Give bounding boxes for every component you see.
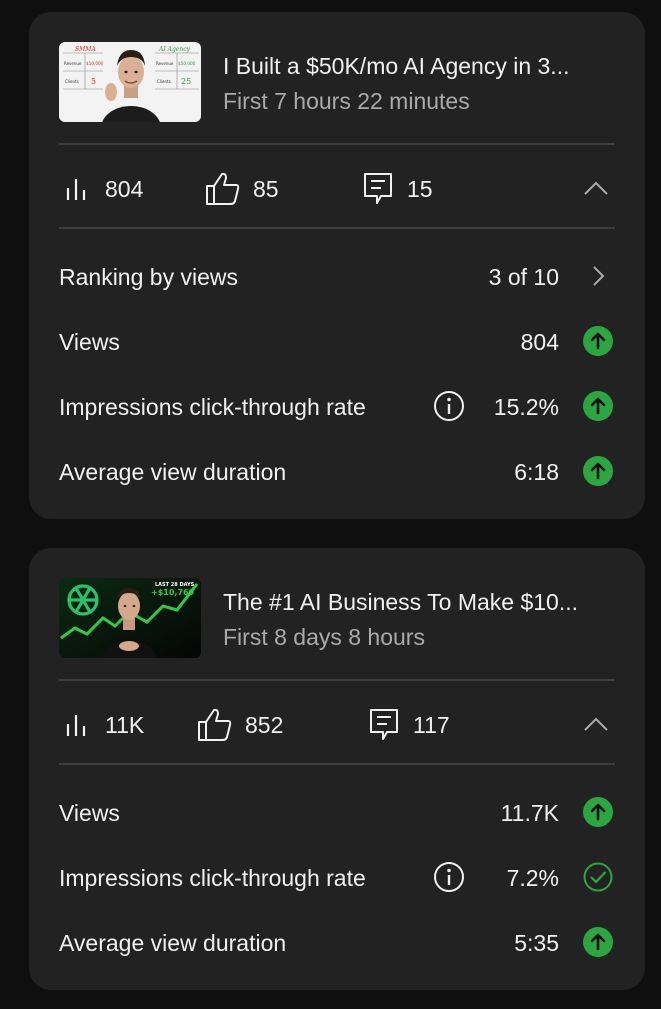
thumbnail-badge-amount: +$10,769: [151, 588, 195, 597]
video-analytics-card: SMMA Revenue $10,000 Clients 5 AI Agency…: [29, 12, 645, 519]
thumbnail-left-revenue: $10,000: [86, 61, 104, 66]
stats-bar: 11K 852 117: [59, 700, 615, 750]
chevron-right-icon[interactable]: [583, 261, 613, 291]
check-circle-icon: [583, 862, 613, 892]
video-thumbnail[interactable]: LAST 28 DAYS +$10,769: [59, 578, 201, 658]
metric-value: 11.7K: [500, 800, 559, 826]
comment-icon: [364, 173, 392, 204]
video-title[interactable]: The #1 AI Business To Make $10...: [223, 588, 623, 616]
thumbnail-right-clients-label: Clients: [157, 79, 171, 84]
thumbnail-right-revenue: $50,000: [178, 61, 196, 66]
thumbnail-right-revenue-label: Revenue: [156, 61, 174, 66]
metric-label: Average view duration: [59, 930, 287, 956]
metric-row-ctr: Impressions click-through rate 15.2%: [59, 386, 615, 426]
thumbs-up-icon: [206, 172, 240, 205]
divider: [59, 143, 615, 145]
divider: [59, 227, 615, 229]
metric-label: Impressions click-through rate: [59, 865, 366, 891]
video-thumbnail[interactable]: SMMA Revenue $10,000 Clients 5 AI Agency…: [59, 42, 201, 122]
metric-value: 804: [520, 329, 559, 355]
info-icon[interactable]: [433, 390, 465, 422]
metric-value: 5:35: [514, 930, 559, 956]
ranking-label: Ranking by views: [59, 264, 238, 290]
comments-count: 117: [413, 711, 450, 738]
thumbnail-left-clients: 5: [91, 77, 96, 86]
metric-row-ctr: Impressions click-through rate 7.2%: [59, 857, 615, 897]
thumbs-up-icon: [198, 708, 232, 741]
metric-label: Views: [59, 329, 120, 355]
metric-value: 15.2%: [493, 394, 559, 420]
views-count: 804: [105, 175, 144, 202]
comments-count: 15: [407, 175, 433, 202]
likes-count: 852: [245, 711, 284, 738]
metric-value: 7.2%: [506, 865, 559, 891]
views-stat: 804: [65, 164, 143, 214]
chevron-up-icon[interactable]: [583, 176, 609, 202]
metric-label: Average view duration: [59, 459, 287, 485]
thumbnail-right-clients: 25: [181, 77, 191, 86]
up-arrow-icon: [583, 391, 613, 421]
views-count: 11K: [105, 711, 145, 738]
divider: [59, 679, 615, 681]
divider: [59, 763, 615, 765]
stats-bar: 804 85 15: [59, 164, 615, 214]
ranking-row[interactable]: Ranking by views 3 of 10: [59, 256, 615, 296]
metric-row-views: Views 11.7K: [59, 792, 615, 832]
chevron-up-icon[interactable]: [583, 712, 609, 738]
up-arrow-icon: [583, 456, 613, 486]
video-title[interactable]: I Built a $50K/mo AI Agency in 3...: [223, 52, 623, 80]
views-stat: 11K: [65, 700, 144, 750]
video-period: First 7 hours 22 minutes: [223, 88, 470, 114]
video-header[interactable]: LAST 28 DAYS +$10,769 The #1 AI Business…: [59, 578, 615, 658]
likes-count: 85: [253, 175, 279, 202]
thumbnail-left-clients-label: Clients: [65, 79, 79, 84]
metric-row-avd: Average view duration 5:35: [59, 922, 615, 962]
bar-chart-icon: [66, 715, 86, 736]
comments-stat: 117: [369, 700, 450, 750]
comments-stat: 15: [363, 164, 433, 214]
bar-chart-icon: [66, 179, 86, 200]
thumbnail-right-heading: AI Agency: [158, 46, 191, 53]
up-arrow-icon: [583, 326, 613, 356]
likes-stat: 85: [205, 164, 279, 214]
metric-row-avd: Average view duration 6:18: [59, 451, 615, 491]
video-header[interactable]: SMMA Revenue $10,000 Clients 5 AI Agency…: [59, 42, 615, 122]
thumbnail-left-heading: SMMA: [75, 46, 96, 53]
metric-row-views: Views 804: [59, 321, 615, 361]
metric-label: Views: [59, 800, 120, 826]
up-arrow-icon: [583, 797, 613, 827]
metric-label: Impressions click-through rate: [59, 394, 366, 420]
info-icon[interactable]: [433, 861, 465, 893]
up-arrow-icon: [583, 927, 613, 957]
video-period: First 8 days 8 hours: [223, 624, 425, 650]
thumbnail-left-revenue-label: Revenue: [64, 61, 82, 66]
metric-value: 6:18: [514, 459, 559, 485]
comment-icon: [370, 709, 398, 740]
video-analytics-card: LAST 28 DAYS +$10,769 The #1 AI Business…: [29, 548, 645, 990]
ranking-value: 3 of 10: [488, 264, 559, 290]
likes-stat: 852: [197, 700, 283, 750]
